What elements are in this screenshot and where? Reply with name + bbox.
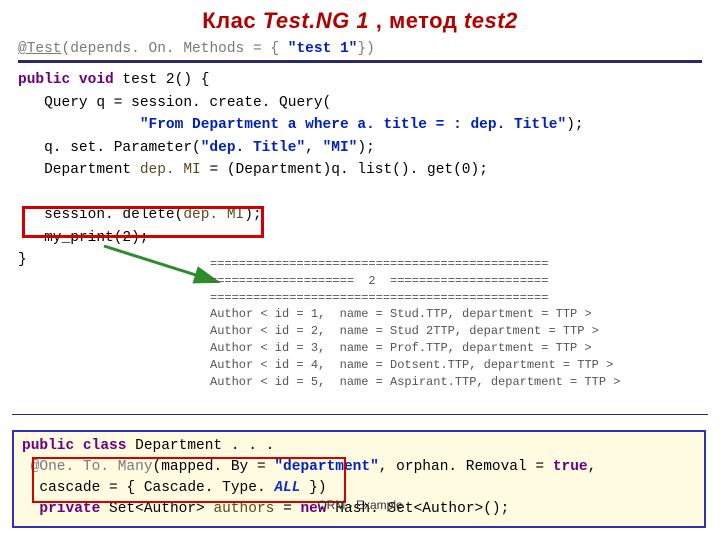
code-block-test2: @Test(depends. On. Methods = { "test 1"}…: [18, 38, 702, 60]
slide: Клас Test.NG 1 , метод test2 @Test(depen…: [0, 0, 720, 540]
code-line-signature: public void test 2() { Query q = session…: [18, 69, 702, 271]
console-row: Author < id = 4, name = Dotsent.TTP, dep…: [210, 358, 613, 372]
console-output: ========================================…: [210, 256, 706, 390]
title-pre: Клас: [202, 8, 263, 33]
divider-line: [12, 414, 708, 415]
title-method: test2: [464, 8, 518, 33]
title-mid: , метод: [369, 8, 464, 33]
footer-text: ORM - Example: [0, 498, 720, 512]
annotation-onetomany: @One. To. Many: [22, 459, 153, 475]
console-row: Author < id = 5, name = Aspirant.TTP, de…: [210, 375, 620, 389]
console-row: Author < id = 3, name = Prof.TTP, depart…: [210, 341, 592, 355]
title-rule: [18, 60, 702, 63]
annotation-test: @Test: [18, 41, 62, 57]
console-row: Author < id = 2, name = Stud 2TTP, depar…: [210, 324, 599, 338]
slide-title: Клас Test.NG 1 , метод test2: [18, 8, 702, 34]
code-block-department: public class Department . . . @One. To. …: [12, 430, 706, 528]
console-row: Author < id = 1, name = Stud.TTP, depart…: [210, 307, 592, 321]
title-class: Test.NG 1: [263, 8, 369, 33]
